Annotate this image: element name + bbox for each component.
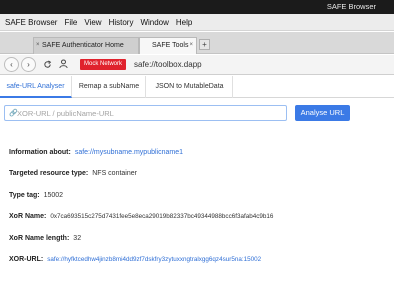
menu-history[interactable]: History (109, 14, 134, 30)
result-value: 15002 (43, 192, 64, 199)
menu-help[interactable]: Help (176, 14, 192, 30)
menu-file[interactable]: File (64, 14, 77, 30)
tool-tabs: safe-URL Analyser Remap a subName JSON t… (0, 76, 394, 98)
os-app-title: SAFE Browser (326, 2, 376, 11)
url-search-box: 🔗 (4, 105, 287, 121)
url-input[interactable] (17, 107, 281, 119)
result-label: Information about: (9, 149, 71, 156)
tab-safe-tools[interactable]: SAFE Tools × (139, 37, 197, 54)
tab-remap-subname[interactable]: Remap a subName (73, 76, 146, 98)
tab-url-analyser[interactable]: safe-URL Analyser (0, 76, 72, 98)
forward-button[interactable]: › (21, 57, 36, 72)
person-icon (58, 59, 68, 69)
mock-network-badge[interactable]: Mock Network (80, 59, 127, 70)
info-about-link[interactable]: safe://mysubname.mypublicname1 (75, 149, 183, 156)
tab-label: SAFE Tools (152, 42, 189, 49)
reload-button[interactable] (40, 57, 54, 72)
new-tab-button[interactable]: + (199, 39, 210, 50)
tab-json-to-mutabledata[interactable]: JSON to MutableData (147, 76, 233, 98)
result-label: Targeted resource type: (9, 170, 89, 177)
result-label: XOR-URL: (9, 256, 44, 263)
result-label: Type tag: (9, 192, 40, 199)
result-value: NFS container (92, 170, 137, 177)
account-button[interactable] (56, 57, 70, 72)
result-xor-name: XoR Name: 0x7ca693515c275d7431fee5e8eca29… (9, 212, 273, 222)
tab-label: SAFE Authenticator Home (42, 42, 124, 49)
back-button[interactable]: ‹ (4, 57, 19, 72)
menu-bar: SAFE Browser File View History Window He… (0, 14, 394, 31)
tab-strip: × SAFE Authenticator Home SAFE Tools × + (0, 32, 394, 54)
close-tab-icon[interactable]: × (36, 38, 40, 53)
result-value: 0x7ca693515c275d7431fee5e8eca29019b82337… (50, 213, 274, 220)
result-value: 32 (73, 235, 82, 242)
close-tab-icon[interactable]: × (189, 38, 193, 53)
reload-icon (43, 60, 51, 68)
result-label: XoR Name: (9, 213, 47, 220)
tab-authenticator[interactable]: × SAFE Authenticator Home (33, 37, 139, 54)
result-xor-name-length: XoR Name length: 32 (9, 234, 81, 244)
xor-url-link[interactable]: safe://hyfktcedhw4jinzb8mi4dd9zf7dskfry3… (47, 256, 261, 263)
result-type-tag: Type tag: 15002 (9, 191, 63, 201)
address-bar[interactable]: safe://toolbox.dapp (134, 59, 202, 71)
result-xor-url: XOR-URL: safe://hyfktcedhw4jinzb8mi4dd9zf… (9, 255, 261, 265)
os-title-bar: SAFE Browser (0, 0, 394, 14)
navigation-bar: ‹ › Mock Network safe://toolbox.dapp (0, 55, 394, 75)
result-info-about: Information about: safe://mysubname.mypub… (9, 148, 183, 158)
result-label: XoR Name length: (9, 235, 70, 242)
analyse-url-button[interactable]: Analyse URL (295, 105, 350, 121)
menu-window[interactable]: Window (140, 14, 168, 30)
menu-app[interactable]: SAFE Browser (5, 14, 57, 30)
result-resource-type: Targeted resource type: NFS container (9, 169, 137, 179)
menu-view[interactable]: View (84, 14, 101, 30)
